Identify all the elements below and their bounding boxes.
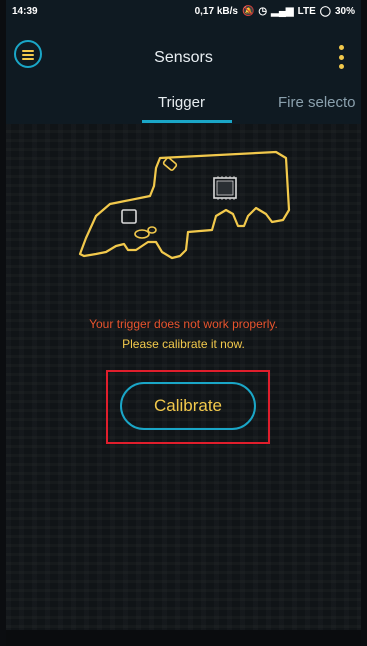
status-indicators: 0,17 kB/s 🔕 ◷ ▂▄▆ LTE ◯ 30% <box>195 6 355 17</box>
trigger-panel: Your trigger does not work properly. Ple… <box>6 124 361 646</box>
calibrate-button[interactable]: Calibrate <box>120 382 256 430</box>
status-time: 14:39 <box>12 5 38 17</box>
status-bar: 14:39 0,17 kB/s 🔕 ◷ ▂▄▆ LTE ◯ 30% <box>6 0 361 22</box>
more-vert-icon-dot <box>338 54 344 60</box>
more-vert-icon-dot <box>338 45 344 50</box>
warning-line-1: Your trigger does not work properly. <box>89 317 278 331</box>
signal-icon: ▂▄▆ <box>271 5 294 17</box>
network-speed: 0,17 kB/s <box>194 5 238 17</box>
more-vert-icon-dot <box>338 64 344 69</box>
bottom-edge <box>6 630 361 646</box>
battery-level: 30% <box>334 5 355 17</box>
app-screen: 14:39 0,17 kB/s 🔕 ◷ ▂▄▆ LTE ◯ 30% Sensor… <box>6 0 361 646</box>
warning-line-2: Please calibrate it now. <box>122 337 245 351</box>
app-bar: Sensors <box>6 22 361 90</box>
weapon-board-icon <box>78 150 291 260</box>
network-type: LTE <box>297 5 316 17</box>
tab-bar: Trigger Fire selecto <box>6 90 361 124</box>
tab-trigger[interactable]: Trigger <box>158 94 205 111</box>
alarm-icon: ◷ <box>258 5 268 17</box>
battery-icon: ◯ <box>319 5 331 17</box>
active-tab-indicator <box>142 120 232 123</box>
mute-icon: 🔕 <box>241 5 255 17</box>
overflow-menu-button[interactable] <box>335 45 347 69</box>
calibration-warning: Your trigger does not work properly. Ple… <box>6 314 361 354</box>
page-title: Sensors <box>154 49 213 66</box>
tab-fire-selector[interactable]: Fire selecto <box>278 94 356 111</box>
